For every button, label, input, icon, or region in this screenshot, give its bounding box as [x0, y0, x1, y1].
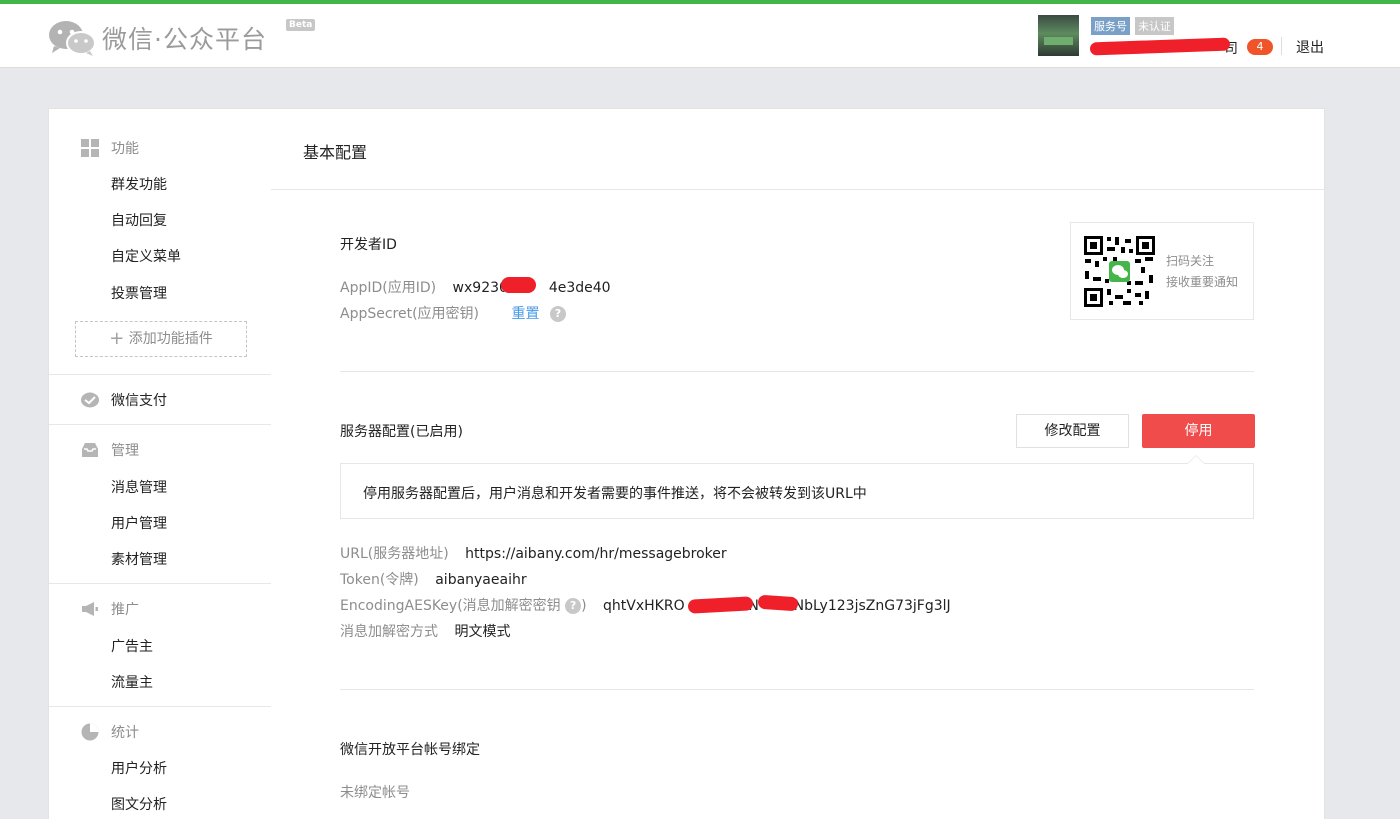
- sidebar: 功能 群发功能 自动回复 自定义菜单 投票管理 + 添加功能插件 微信支付 管理…: [48, 108, 272, 819]
- help-icon[interactable]: ?: [565, 598, 582, 614]
- redaction-mark: [757, 594, 799, 612]
- qr-text-follow: 扫码关注: [1166, 254, 1215, 268]
- url-value: https://aibany.com/hr/messagebroker: [465, 546, 727, 562]
- plus-icon: +: [109, 328, 125, 349]
- section-divider: [340, 371, 1254, 372]
- encrypt-mode-row: 消息加解密方式 明文模式: [340, 624, 511, 640]
- logo[interactable]: 微信·公众平台: [48, 20, 267, 56]
- token-row: Token(令牌) aibanyaeaihr: [340, 572, 527, 588]
- logo-title: 微信·公众平台: [102, 25, 267, 54]
- wechat-logo-icon: [48, 20, 96, 56]
- main-content: 基本配置 开发者ID AppID(应用ID) wx92308 4e3de40 Ap…: [271, 108, 1325, 819]
- appsecret-row: AppSecret(应用密钥) 重置 ?: [340, 303, 566, 323]
- help-icon[interactable]: ?: [549, 306, 566, 322]
- logout-link[interactable]: 退出: [1296, 37, 1324, 57]
- beta-badge: Beta: [286, 19, 316, 31]
- sidebar-item-users[interactable]: 用户管理: [111, 513, 167, 533]
- megaphone-icon: [80, 599, 100, 619]
- stop-server-button[interactable]: 停用: [1142, 414, 1255, 448]
- inbox-icon: [80, 440, 100, 460]
- developer-id-title: 开发者ID: [340, 237, 397, 253]
- sidebar-item-materials[interactable]: 素材管理: [111, 549, 167, 569]
- qr-text-notify: 接收重要通知: [1166, 275, 1239, 289]
- header-divider: [1281, 37, 1282, 55]
- qr-code-icon: [1083, 235, 1156, 308]
- token-value: aibanyaeaihr: [435, 572, 527, 588]
- avatar[interactable]: [1038, 15, 1079, 56]
- sidebar-item-article-analysis[interactable]: 图文分析: [111, 794, 167, 814]
- sidebar-item-messages[interactable]: 消息管理: [111, 477, 167, 497]
- sidebar-group-manage: 管理: [80, 440, 139, 460]
- sidebar-divider: [49, 583, 271, 584]
- aeskey-row: EncodingAESKey(消息加解密密钥 ?) qhtVxHKROLNDNb…: [340, 598, 951, 614]
- qr-notify-box: 扫码关注 接收重要通知: [1070, 222, 1254, 320]
- sidebar-item-vote[interactable]: 投票管理: [111, 283, 167, 303]
- sidebar-item-publisher[interactable]: 流量主: [111, 672, 153, 692]
- add-plugin-button[interactable]: + 添加功能插件: [75, 321, 247, 357]
- open-platform-status: 未绑定帐号: [340, 785, 410, 801]
- redaction-mark: [501, 277, 536, 293]
- title-divider: [271, 189, 1324, 190]
- sidebar-group-statistics: 统计: [80, 722, 139, 742]
- sidebar-group-features: 功能: [80, 138, 139, 158]
- account-type-badge: 服务号: [1091, 17, 1130, 35]
- grid-icon: [80, 138, 100, 158]
- stop-tip-box: 停用服务器配置后，用户消息和开发者需要的事件推送，将不会被转发到该URL中: [340, 463, 1254, 519]
- sidebar-item-auto-reply[interactable]: 自动回复: [111, 210, 167, 230]
- sidebar-item-mass-send[interactable]: 群发功能: [111, 174, 167, 194]
- sidebar-item-wechat-pay[interactable]: 微信支付: [80, 390, 167, 410]
- modify-config-button[interactable]: 修改配置: [1016, 414, 1129, 448]
- pie-chart-icon: [80, 722, 100, 742]
- section-divider: [340, 689, 1254, 690]
- sidebar-item-advertiser[interactable]: 广告主: [111, 636, 153, 656]
- sidebar-item-user-analysis[interactable]: 用户分析: [111, 758, 167, 778]
- appid-row: AppID(应用ID) wx92308 4e3de40: [340, 280, 611, 296]
- sidebar-divider: [49, 424, 271, 425]
- stop-tip-text: 停用服务器配置后，用户消息和开发者需要的事件推送，将不会被转发到该URL中: [363, 486, 867, 502]
- sidebar-divider: [49, 374, 271, 375]
- sidebar-item-custom-menu[interactable]: 自定义菜单: [111, 246, 181, 266]
- header: 微信·公众平台 Beta 服务号 未认证 司 4 退出: [0, 4, 1400, 68]
- sidebar-group-promotion: 推广: [80, 599, 139, 619]
- page-title: 基本配置: [303, 143, 368, 162]
- wechat-pay-icon: [80, 390, 100, 410]
- tip-arrow-inner: [1188, 456, 1204, 464]
- url-row: URL(服务器地址) https://aibany.com/hr/message…: [340, 546, 727, 562]
- sidebar-divider: [49, 706, 271, 707]
- server-config-title: 服务器配置(已启用): [340, 424, 463, 440]
- encrypt-mode-value: 明文模式: [454, 624, 511, 640]
- open-platform-title: 微信开放平台帐号绑定: [340, 742, 480, 758]
- message-count-badge[interactable]: 4: [1247, 39, 1273, 55]
- reset-secret-link[interactable]: 重置: [511, 306, 539, 322]
- verify-status-badge[interactable]: 未认证: [1135, 17, 1174, 35]
